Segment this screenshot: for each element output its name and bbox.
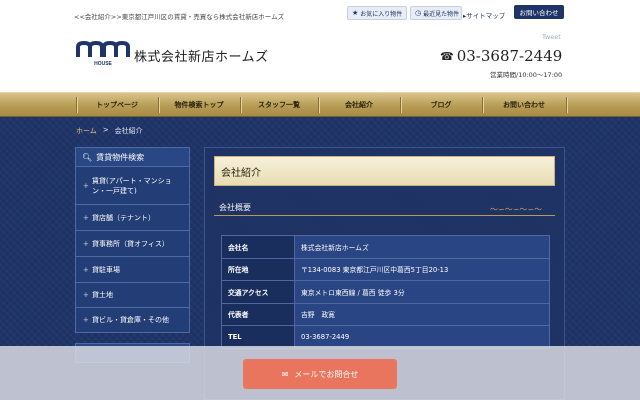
table-row: 交通アクセス 東京メトロ東西線 / 葛西 徒歩 3分 — [221, 280, 550, 304]
sidebar-item-label: 貸店舗（テナント） — [92, 213, 155, 222]
search-icon: 🔍︎ — [82, 152, 93, 162]
nav-item-blog[interactable]: ブログ — [400, 93, 482, 117]
phone-text: 03-3687-2449 — [456, 47, 563, 65]
sitemap-link[interactable]: ▸サイトマップ — [463, 10, 505, 20]
sidebar-item-label: 貸事務所（貸オフィス） — [92, 239, 169, 248]
header-breadcrumb-text: <<会社紹介>>東京都江戸川区の賃貸・売買なら株式会社新店ホームズ — [74, 13, 285, 21]
table-key: 所在地 — [221, 257, 295, 281]
sidebar-item-label: 賃貸(アパート・マンション・一戸建て) — [92, 176, 172, 195]
table-row: 会社名 株式会社新店ホームズ — [221, 235, 550, 259]
company-name: 株式会社新店ホームズ — [134, 50, 269, 65]
sidebar-item-rental-residence[interactable]: 賃貸(アパート・マンション・一戸建て) — [75, 167, 190, 205]
nav-item-top[interactable]: トップページ — [76, 93, 158, 117]
tweet-button[interactable]: Tweet — [542, 33, 561, 41]
table-value: 03-3687-2449 — [294, 325, 550, 349]
sidebar-title-text: 賃貸物件検索 — [96, 152, 145, 162]
page-title: 会社紹介 — [214, 156, 555, 186]
table-key: TEL — [221, 325, 295, 349]
sidebar-title: 🔍︎ 賃貸物件検索 — [75, 147, 190, 167]
nav-item-contact[interactable]: お問い合わせ — [482, 93, 566, 117]
company-info-table: 会社名 株式会社新店ホームズ 所在地 〒134-0083 東京都江戸川区中葛西5… — [221, 235, 550, 349]
header-contact-button[interactable]: お問い合わせ — [514, 5, 564, 19]
nav-item-company[interactable]: 会社紹介 — [318, 93, 400, 117]
sidebar-item-office[interactable]: 貸事務所（貸オフィス） — [75, 231, 190, 257]
sidebar-item-land[interactable]: 貸土地 — [75, 283, 190, 308]
table-value: 吉野 政寛 — [294, 302, 550, 326]
sidebar-item-label: 貸駐車場 — [92, 265, 120, 274]
sidebar-item-store[interactable]: 貸店舗（テナント） — [75, 205, 190, 231]
recent-label: 最近見た物件 — [423, 10, 460, 18]
table-value: 株式会社新店ホームズ — [294, 235, 550, 259]
breadcrumb-home[interactable]: ホーム — [76, 126, 97, 136]
phone-number: ☎ 03-3687-2449 — [440, 47, 562, 65]
section-divider — [214, 215, 555, 216]
global-nav: トップページ 物件検索トップ スタッフ一覧 会社紹介 ブログ お問い合わせ — [0, 92, 640, 117]
table-row: 代表者 吉野 政寛 — [221, 302, 550, 326]
table-row: 所在地 〒134-0083 東京都江戸川区中葛西5丁目20-13 — [221, 257, 550, 281]
envelope-icon: ✉ — [281, 369, 289, 379]
clock-icon: ◷ — [415, 9, 422, 17]
telephone-icon: ☎ — [440, 49, 454, 63]
breadcrumb: ホーム > 会社紹介 — [76, 126, 143, 136]
nav-divider — [566, 97, 567, 113]
favorites-button[interactable]: ★ お気に入り物件 — [347, 6, 407, 20]
ornament-icon: 〜∽〜∽〜∽〜 — [490, 205, 543, 214]
section-title: 会社概要 — [219, 203, 251, 212]
sidebar-item-label: 貸土地 — [92, 291, 113, 299]
sidebar-item-building[interactable]: 貸ビル・貸倉庫・その他 — [75, 308, 190, 333]
breadcrumb-separator: > — [102, 126, 109, 134]
table-value: 〒134-0083 東京都江戸川区中葛西5丁目20-13 — [294, 257, 550, 281]
sidebar-item-label: 貸ビル・貸倉庫・その他 — [92, 316, 169, 324]
mail-contact-label: メールでお問合せ — [294, 369, 359, 379]
sitemap-label: サイトマップ — [466, 12, 506, 20]
table-row: TEL 03-3687-2449 — [221, 325, 550, 349]
mail-contact-button[interactable]: ✉ メールでお問合せ — [243, 359, 397, 389]
nav-item-staff[interactable]: スタッフ一覧 — [240, 93, 318, 117]
breadcrumb-current: 会社紹介 — [114, 127, 143, 135]
logo-house-text: HOUSE — [94, 61, 112, 67]
company-logo[interactable]: HOUSE — [76, 41, 130, 67]
nav-item-search[interactable]: 物件検索トップ — [158, 93, 240, 117]
table-key: 交通アクセス — [221, 280, 295, 304]
table-key: 代表者 — [221, 302, 295, 326]
table-value: 東京メトロ東西線 / 葛西 徒歩 3分 — [294, 280, 550, 304]
favorites-label: お気に入り物件 — [360, 10, 403, 18]
table-key: 会社名 — [221, 235, 295, 259]
business-hours: 営業時間/10:00〜17:00 — [490, 71, 563, 79]
recent-button[interactable]: ◷ 最近見た物件 — [410, 6, 462, 20]
star-icon: ★ — [352, 9, 359, 17]
sidebar-item-parking[interactable]: 貸駐車場 — [75, 257, 190, 283]
